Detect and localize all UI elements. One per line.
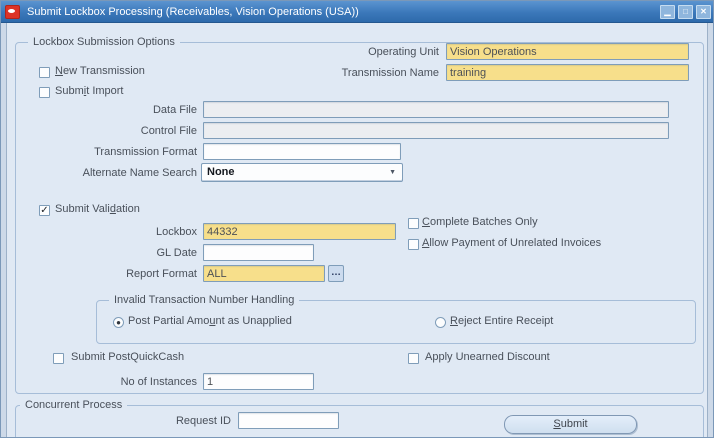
chevron-down-icon: ▼ [389, 169, 396, 176]
group-lockbox-legend: Lockbox Submission Options [28, 35, 180, 49]
alternate-name-search-value: None [207, 166, 235, 178]
complete-batches-only-label: Complete Batches Only [422, 216, 538, 228]
new-transmission-checkbox-box[interactable] [39, 67, 50, 78]
control-file-input[interactable] [203, 122, 669, 139]
data-file-label: Data File [152, 104, 197, 116]
post-partial-radio-circle[interactable]: ● [113, 317, 124, 328]
no-of-instances-label: No of Instances [120, 376, 197, 388]
alternate-name-search-label: Alternate Name Search [82, 167, 197, 179]
group-invalid-txn-legend: Invalid Transaction Number Handling [109, 293, 300, 307]
request-id-label: Request ID [175, 415, 231, 427]
reject-entire-radio-label: Reject Entire Receipt [450, 315, 554, 327]
titlebar: Submit Lockbox Processing (Receivables, … [1, 1, 713, 23]
submit-import-checkbox-box[interactable] [39, 87, 50, 98]
window-left-frame-line [6, 23, 7, 437]
post-partial-radio-label: Post Partial Amount as Unapplied [128, 315, 292, 327]
submit-postquickcash-checkbox-box[interactable] [53, 353, 64, 364]
new-transmission-label: New Transmission [55, 65, 145, 77]
no-of-instances-input[interactable] [203, 373, 314, 390]
gl-date-input[interactable] [203, 244, 314, 261]
report-format-label: Report Format [126, 268, 197, 280]
group-concurrent-process-legend: Concurrent Process [20, 398, 128, 412]
control-file-label: Control File [140, 125, 197, 137]
data-file-input[interactable] [203, 101, 669, 118]
transmission-format-input[interactable] [203, 143, 401, 160]
apply-unearned-discount-label: Apply Unearned Discount [425, 351, 550, 363]
submit-postquickcash-label: Submit PostQuickCash [71, 351, 185, 363]
lockbox-input[interactable] [203, 223, 396, 240]
alternate-name-search-dropdown[interactable]: None ▼ [201, 163, 403, 182]
request-id-input[interactable] [238, 412, 339, 429]
transmission-name-label: Transmission Name [341, 67, 439, 79]
allow-payment-unrelated-checkbox-box[interactable] [408, 239, 419, 250]
minimize-icon[interactable]: ▁ [660, 5, 675, 19]
window-right-frame [708, 23, 713, 437]
reject-entire-radio-circle[interactable] [435, 317, 446, 328]
submit-button[interactable]: Submit [504, 415, 637, 434]
apply-unearned-discount-checkbox-box[interactable] [408, 353, 419, 364]
submit-validation-label: Submit Validation [55, 203, 140, 215]
allow-payment-unrelated-label: Allow Payment of Unrelated Invoices [422, 237, 602, 249]
submit-validation-checkbox-box[interactable]: ✓ [39, 205, 50, 216]
report-format-input[interactable] [203, 265, 325, 282]
submit-import-label: Submit Import [55, 85, 124, 97]
lockbox-label: Lockbox [156, 226, 197, 238]
close-icon[interactable]: ✕ [696, 5, 711, 19]
report-format-lov-icon[interactable]: … [328, 265, 344, 282]
transmission-format-label: Transmission Format [94, 146, 197, 158]
maximize-icon[interactable]: □ [678, 5, 693, 19]
complete-batches-only-checkbox-box[interactable] [408, 218, 419, 229]
transmission-name-input[interactable] [446, 64, 689, 81]
window: Submit Lockbox Processing (Receivables, … [0, 0, 714, 438]
window-right-frame-line [707, 23, 708, 437]
oracle-logo-icon [5, 5, 20, 19]
window-title: Submit Lockbox Processing (Receivables, … [27, 6, 359, 18]
operating-unit-label: Operating Unit [368, 46, 439, 58]
gl-date-label: GL Date [156, 247, 197, 259]
operating-unit-input[interactable] [446, 43, 689, 60]
